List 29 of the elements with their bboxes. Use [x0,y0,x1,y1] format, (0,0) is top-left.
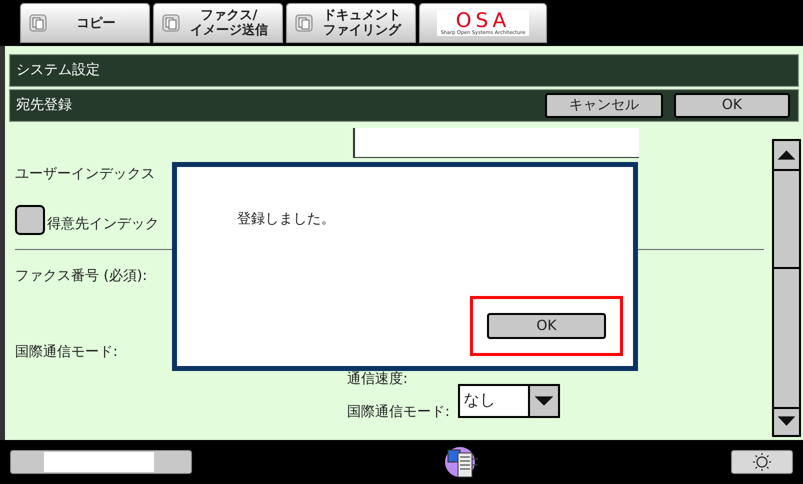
checkbox[interactable] [15,205,45,235]
field-label: ユーザーインデックス [15,165,156,184]
status-button[interactable] [10,450,192,474]
header-button[interactable]: キャンセル [545,93,663,118]
printer-icon[interactable] [444,445,480,479]
tab[interactable]: ドキュメント ファイリング [286,3,416,43]
logo-text: OSA [456,10,510,30]
dropdown-value: なし [462,389,497,411]
dropdown[interactable]: なし [458,384,560,418]
header-button[interactable]: OK [674,93,790,118]
field-label: 国際通信モード: [15,343,119,362]
field-label: 国際通信モード: [347,403,450,422]
checkbox-label: 得意先インデック [47,215,159,234]
page-title: 宛先登録 [16,96,73,115]
copy-icon [295,14,313,32]
brightness-button[interactable] [731,450,793,474]
field-label: 通信速度: [347,370,408,389]
breadcrumb-title: システム設定 [16,61,100,80]
caret-icon [528,386,558,416]
tab[interactable]: ファクス/ イメージ送信 [153,3,283,43]
sun-icon [752,452,772,472]
scrollbar[interactable] [772,139,801,437]
dialog-message: 登録しました。 [237,210,336,229]
field-label: ファクス番号 (必須): [15,267,148,286]
copy-icon [162,14,180,32]
ok-button[interactable]: OK [487,313,606,339]
tab[interactable]: コピー [20,3,150,43]
copy-icon [29,14,47,32]
name-field[interactable] [353,128,639,158]
